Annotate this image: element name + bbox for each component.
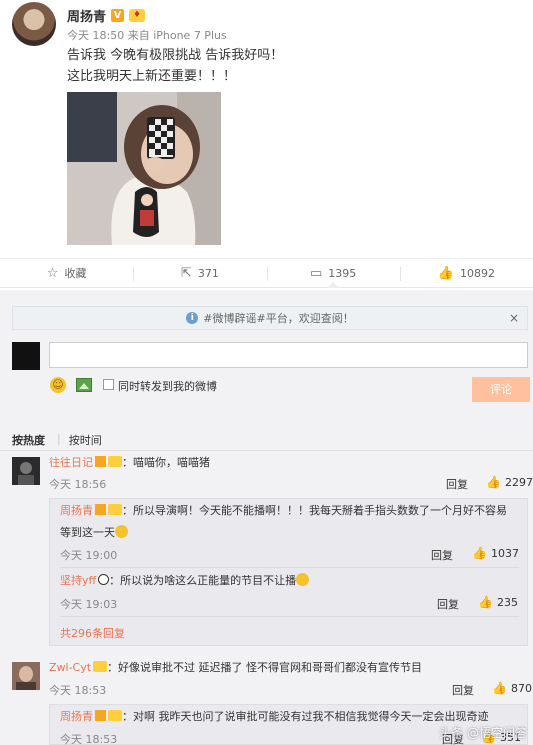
comments-panel: i #微博辟谣#平台，欢迎查阅！ × ☺ 同时转发到我的微博 评论 按热度 | … bbox=[0, 290, 533, 745]
reply-like-button[interactable]: 👍 1037 bbox=[472, 546, 519, 560]
tab-sort-hot[interactable]: 按热度 bbox=[12, 432, 57, 448]
reply-button[interactable]: 回复 bbox=[446, 476, 468, 492]
repost-checkbox-label: 同时转发到我的微博 bbox=[118, 380, 217, 393]
comment-text: ：好像说审批不过 延迟播了 怪不得官网和哥哥们都没有宣传节目 bbox=[107, 661, 423, 674]
reply-button[interactable]: 回复 bbox=[431, 547, 453, 563]
reply-button[interactable]: 回复 bbox=[437, 596, 459, 612]
reply-text: ：所以说为啥这么正能量的节目不让播 bbox=[109, 574, 297, 587]
more-replies-link[interactable]: 共296条回复 bbox=[60, 625, 125, 641]
post-meta: 今天 18:50 来自 iPhone 7 Plus bbox=[67, 29, 227, 42]
reply-username[interactable]: 坚持yff bbox=[60, 574, 96, 587]
reply-time: 今天 19:03 bbox=[60, 598, 118, 611]
comment-input[interactable] bbox=[49, 342, 528, 368]
comment-like-button[interactable]: 👍 870 bbox=[492, 681, 532, 695]
thumbs-up-icon: 👍 bbox=[478, 595, 493, 609]
post-text-line: 告诉我 今晚有极限挑战 告诉我好吗！ bbox=[67, 48, 284, 63]
verified-badge-icon bbox=[95, 504, 106, 515]
post-action-bar: ☆ 收藏 ⇱ 371 ▭ 1395 👍 10892 bbox=[0, 258, 533, 288]
emoji-icon bbox=[115, 525, 128, 538]
comment-text: ：喵喵你，喵喵猪 bbox=[122, 456, 210, 469]
notice-text: #微博辟谣#平台，欢迎查阅！ bbox=[203, 312, 354, 325]
vip-badge-icon bbox=[108, 456, 122, 467]
divider bbox=[60, 567, 519, 568]
comment-body: 往往日记 ：喵喵你，喵喵猪 bbox=[49, 453, 210, 473]
reply-like-count: 1037 bbox=[490, 546, 519, 560]
comment-username[interactable]: Zwl-Cyt bbox=[49, 661, 91, 674]
reply-like-count: 235 bbox=[496, 595, 518, 609]
author-avatar[interactable] bbox=[12, 2, 56, 46]
like-count: 10892 bbox=[459, 266, 495, 280]
commenter-avatar[interactable] bbox=[12, 662, 40, 690]
comment-count: 1395 bbox=[328, 266, 357, 280]
favorite-button[interactable]: ☆ 收藏 bbox=[0, 259, 133, 287]
thumbs-up-icon: 👍 bbox=[486, 475, 501, 489]
reply-username[interactable]: 周扬青 bbox=[60, 504, 93, 517]
my-avatar bbox=[12, 342, 40, 370]
sort-tabs: 按热度 | 按时间 bbox=[12, 432, 114, 448]
star-icon: ☆ bbox=[46, 265, 59, 281]
post-text-line: 这比我明天上新还重要！！！ bbox=[67, 69, 237, 84]
divider: | bbox=[57, 432, 61, 445]
reply-text: 等到这一天 bbox=[60, 526, 115, 539]
info-icon: i bbox=[186, 312, 199, 324]
comment-like-button[interactable]: 👍 2297 bbox=[486, 475, 533, 489]
comment-body: Zwl-Cyt ：好像说审批不过 延迟播了 怪不得官网和哥哥们都没有宣传节目 bbox=[49, 658, 422, 678]
close-icon[interactable]: × bbox=[509, 311, 519, 325]
comment-button[interactable]: ▭ 1395 bbox=[266, 259, 400, 288]
tab-sort-time[interactable]: 按时间 bbox=[69, 432, 114, 448]
reply-like-button[interactable]: 👍 235 bbox=[478, 595, 518, 609]
submit-comment-button[interactable]: 评论 bbox=[472, 377, 530, 402]
vip-badge-icon bbox=[108, 504, 122, 515]
repost-checkbox[interactable] bbox=[103, 379, 114, 390]
reply-text: ：所以导演啊！今天能不能播啊！！！我每天掰着手指头数数了一个月好不容易 bbox=[122, 504, 507, 517]
reply-username[interactable]: 周扬青 bbox=[60, 710, 93, 723]
panda-badge-icon bbox=[98, 574, 110, 585]
reply-button[interactable]: 回复 bbox=[452, 682, 474, 698]
watermark: 头条 @悟空问答 bbox=[439, 726, 527, 740]
divider bbox=[0, 450, 533, 451]
reply-text: ：对啊 我昨天也问了说审批可能没有过我不相信我觉得今天一定会出现奇迹 bbox=[122, 710, 489, 723]
commenter-avatar[interactable] bbox=[12, 457, 40, 485]
thumbs-up-icon: 👍 bbox=[492, 681, 507, 695]
rumor-notice[interactable]: i #微博辟谣#平台，欢迎查阅！ × bbox=[12, 306, 528, 330]
repost-count: 371 bbox=[197, 266, 219, 280]
reply-body: 坚持yff ：所以说为啥这么正能量的节目不让播 bbox=[60, 571, 310, 591]
divider bbox=[60, 616, 519, 617]
comment-like-count: 870 bbox=[510, 681, 532, 695]
reply-body: 等到这一天 bbox=[60, 523, 128, 543]
thumbs-up-icon: 👍 bbox=[437, 265, 454, 281]
post-photo[interactable] bbox=[67, 92, 221, 245]
verified-badge-icon bbox=[95, 710, 106, 721]
weibo-post: 周扬青 V ♦ 今天 18:50 来自 iPhone 7 Plus 告诉我 今晚… bbox=[0, 0, 533, 258]
comment-time: 今天 18:53 bbox=[49, 684, 107, 697]
reply-time: 今天 19:00 bbox=[60, 549, 118, 562]
vip-badge-icon: ♦ bbox=[129, 9, 146, 22]
like-button[interactable]: 👍 10892 bbox=[399, 259, 533, 287]
reply-time: 今天 18:53 bbox=[60, 733, 118, 745]
post-text: 告诉我 今晚有极限挑战 告诉我好吗！ 这比我明天上新还重要！！！ bbox=[67, 45, 283, 87]
repost-icon: ⇱ bbox=[180, 265, 192, 281]
reply-thread: 周扬青 ：所以导演啊！今天能不能播啊！！！我每天掰着手指头数数了一个月好不容易 等… bbox=[49, 498, 528, 646]
verified-badge-icon: V bbox=[111, 9, 125, 22]
thumbs-up-icon: 👍 bbox=[472, 546, 487, 560]
reply-body: 周扬青 ：所以导演啊！今天能不能播啊！！！我每天掰着手指头数数了一个月好不容易 bbox=[60, 501, 507, 521]
reply-body: 周扬青 ：对啊 我昨天也问了说审批可能没有过我不相信我觉得今天一定会出现奇迹 bbox=[60, 707, 489, 727]
vip-badge-icon bbox=[108, 710, 122, 721]
repost-button[interactable]: ⇱ 371 bbox=[133, 259, 266, 287]
emoji-icon[interactable]: ☺ bbox=[50, 377, 66, 393]
comment-icon: ▭ bbox=[309, 265, 323, 281]
vip-badge-icon bbox=[93, 661, 108, 672]
comment-time: 今天 18:56 bbox=[49, 478, 107, 491]
favorite-label: 收藏 bbox=[64, 267, 87, 280]
comment-username[interactable]: 往往日记 bbox=[49, 456, 93, 469]
image-icon[interactable] bbox=[76, 378, 92, 392]
comment-like-count: 2297 bbox=[504, 475, 533, 489]
emoji-icon bbox=[296, 573, 310, 586]
verified-badge-icon bbox=[95, 456, 106, 467]
author-name[interactable]: 周扬青 bbox=[67, 6, 106, 25]
author-row: 周扬青 V ♦ bbox=[67, 6, 146, 25]
